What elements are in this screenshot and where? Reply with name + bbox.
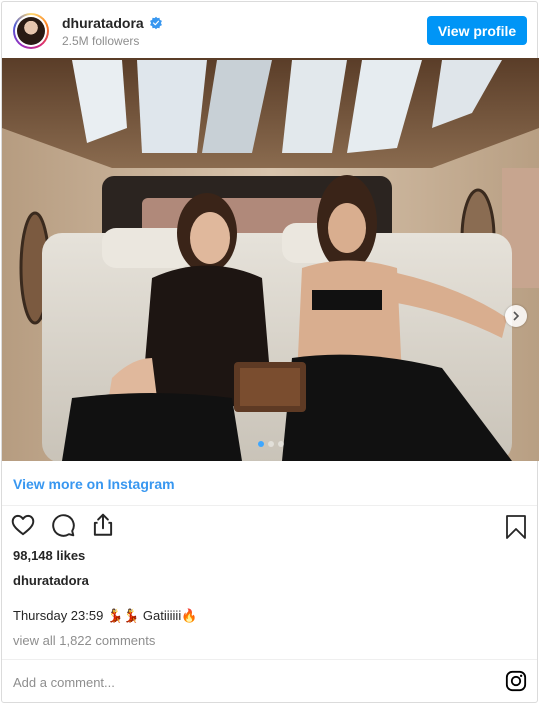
divider [2,659,537,660]
username-row: dhuratadora [62,15,163,31]
post-image[interactable] [2,58,539,461]
instagram-glyph-icon [505,670,527,692]
carousel-dot [257,441,264,447]
view-more-on-instagram-link[interactable]: View more on Instagram [13,476,175,492]
post-header: dhuratadora 2.5M followers View profile [2,2,537,58]
instagram-embed-card: dhuratadora 2.5M followers View profile [1,1,539,703]
caption-text: Thursday 23:59 💃💃 Gatiiiiii🔥 [13,608,198,623]
comment-icon[interactable] [50,512,76,538]
action-bar [10,512,116,538]
view-all-comments-link[interactable]: view all 1,822 comments [13,633,155,648]
carousel-indicator [2,441,539,447]
divider [2,505,537,506]
carousel-dot [267,441,274,447]
followers-count: 2.5M followers [62,34,140,48]
carousel-next-button[interactable] [505,305,527,327]
view-profile-button[interactable]: View profile [427,16,527,45]
heart-icon[interactable] [10,512,36,538]
carousel-dot [277,441,284,447]
caption-username[interactable]: dhuratadora [13,573,89,588]
bookmark-icon[interactable] [505,514,527,540]
likes-count[interactable]: 98,148 likes [13,548,85,563]
add-comment-input[interactable]: Add a comment... [13,675,115,690]
avatar[interactable] [13,13,49,49]
username-link[interactable]: dhuratadora [62,15,144,31]
verified-badge-icon [149,16,162,30]
share-icon[interactable] [90,512,116,538]
chevron-right-icon [513,311,520,321]
post-photo-illustration [2,58,539,461]
save-button[interactable] [505,514,527,540]
instagram-logo-icon[interactable] [505,670,527,697]
